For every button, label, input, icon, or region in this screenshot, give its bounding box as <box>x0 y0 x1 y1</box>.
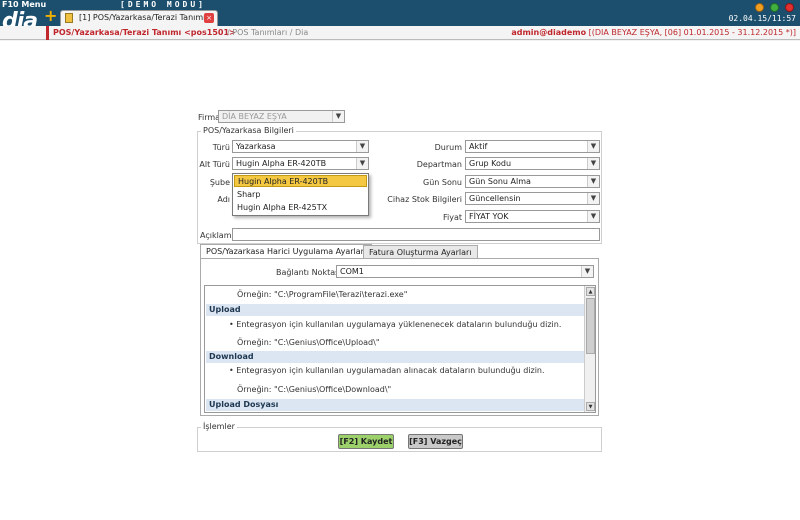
aciklama-label: Açıklama <box>200 231 237 240</box>
close-icon[interactable]: × <box>204 13 214 23</box>
departman-select[interactable]: Grup Kodu ▼ <box>465 157 600 170</box>
clock: 02.04.15/11:57 <box>728 14 796 23</box>
help-text-box[interactable]: Örneğin: "C:\ProgramFile\Terazi\terazi.e… <box>204 285 596 413</box>
baglanti-value: COM1 <box>340 267 364 276</box>
gun-sonu-select[interactable]: Gün Sonu Alma ▼ <box>465 175 600 188</box>
top-bar: F10 Menu dia + [DEMO MODU] [1] POS/Yazar… <box>0 0 800 34</box>
document-icon <box>65 13 73 23</box>
alt-turu-label: Alt Türü <box>199 160 230 169</box>
logo-plus-icon: + <box>44 6 58 25</box>
turu-label: Türü <box>212 143 230 152</box>
departman-value: Grup Kodu <box>469 159 512 168</box>
cihaz-stok-select[interactable]: Güncellensin ▼ <box>465 192 600 205</box>
chevron-down-icon[interactable]: ▼ <box>581 266 593 277</box>
window-tab[interactable]: [1] POS/Yazarkasa/Terazi Tanımı × <box>60 10 218 26</box>
minimize-icon[interactable] <box>755 3 764 12</box>
chevron-down-icon[interactable]: ▼ <box>587 176 599 187</box>
user-info[interactable]: admin@diademo [(DIA BEYAZ EŞYA, [06] 01.… <box>511 28 796 37</box>
breadcrumb-current: POS/Yazarkasa/Terazi Tanımı <pos1501> <box>53 28 236 37</box>
scroll-down-icon[interactable]: ▼ <box>586 402 595 411</box>
pos-info-title: POS/Yazarkasa Bilgileri <box>201 126 296 135</box>
dropdown-option[interactable]: Sharp <box>234 189 367 201</box>
alt-turu-value: Hugin Alpha ER-420TB <box>236 159 327 168</box>
baglanti-select[interactable]: COM1 ▼ <box>336 265 594 278</box>
chevron-down-icon[interactable]: ▼ <box>587 141 599 152</box>
scroll-thumb[interactable] <box>586 298 595 354</box>
cihaz-stok-value: Güncellensin <box>469 194 521 203</box>
firma-value: DİA BEYAZ EŞYA <box>222 112 287 121</box>
actions-section <box>197 427 602 452</box>
fiyat-value: FİYAT YOK <box>469 212 509 221</box>
gun-sonu-value: Gün Sonu Alma <box>469 177 531 186</box>
sube-label: Şube <box>209 178 230 187</box>
actions-title: İşlemler <box>201 422 237 431</box>
alt-turu-select[interactable]: Hugin Alpha ER-420TB ▼ <box>232 157 369 170</box>
cihaz-stok-label: Cihaz Stok Bilgileri <box>387 195 462 204</box>
example-text: Örneğin: "C:\ProgramFile\Terazi\terazi.e… <box>237 290 408 299</box>
turu-value: Yazarkasa <box>236 142 276 151</box>
baglanti-label: Bağlantı Noktası <box>276 268 342 277</box>
breadcrumb: POS/Yazarkasa/Terazi Tanımı <pos1501> / … <box>0 26 800 40</box>
user-name: admin@diademo <box>511 28 587 37</box>
alt-turu-dropdown: Hugin Alpha ER-420TB Sharp Hugin Alpha E… <box>232 173 369 216</box>
breadcrumb-accent <box>46 26 49 40</box>
demo-mode-label: [DEMO MODU] <box>120 0 206 9</box>
durum-label: Durum <box>434 143 462 152</box>
durum-select[interactable]: Aktif ▼ <box>465 140 600 153</box>
chevron-down-icon[interactable]: ▼ <box>587 158 599 169</box>
fiyat-select[interactable]: FİYAT YOK ▼ <box>465 210 600 223</box>
scrollbar[interactable]: ▲ ▼ <box>584 286 595 412</box>
departman-label: Departman <box>416 160 462 169</box>
cancel-button[interactable]: [F3] Vazgeç <box>408 434 463 449</box>
chevron-down-icon[interactable]: ▼ <box>356 141 368 152</box>
chevron-down-icon[interactable]: ▼ <box>587 193 599 204</box>
download-heading: Download <box>206 351 584 363</box>
upload-file-heading: Upload Dosyası <box>206 399 584 411</box>
maximize-icon[interactable] <box>770 3 779 12</box>
tab-label: [1] POS/Yazarkasa/Terazi Tanımı <box>79 13 206 22</box>
chevron-down-icon: ▼ <box>332 111 344 122</box>
chevron-down-icon[interactable]: ▼ <box>587 211 599 222</box>
breadcrumb-path[interactable]: / POS Tanımları / Dia <box>227 28 308 37</box>
download-example: Örneğin: "C:\Genius\Office\Download\" <box>237 385 392 394</box>
upload-description: • Entegrasyon için kullanılan uygulamaya… <box>229 320 562 329</box>
upload-example: Örneğin: "C:\Genius\Office\Upload\" <box>237 338 380 347</box>
download-description: • Entegrasyon için kullanılan uygulamada… <box>229 366 545 375</box>
close-window-icon[interactable] <box>785 3 794 12</box>
gun-sonu-label: Gün Sonu <box>423 178 462 187</box>
aciklama-input[interactable] <box>232 228 600 241</box>
upload-heading: Upload <box>206 304 584 316</box>
adi-label: Adı <box>217 195 230 204</box>
scroll-up-icon[interactable]: ▲ <box>586 287 595 296</box>
firma-select: DİA BEYAZ EŞYA ▼ <box>218 110 345 123</box>
durum-value: Aktif <box>469 142 488 151</box>
turu-select[interactable]: Yazarkasa ▼ <box>232 140 369 153</box>
firma-label: Firma <box>198 113 221 122</box>
tab-harici-uygulama[interactable]: POS/Yazarkasa Harici Uygulama Ayarları <box>200 244 373 259</box>
company-context: [(DIA BEYAZ EŞYA, [06] 01.01.2015 - 31.1… <box>588 28 796 37</box>
tab-fatura-olusturma[interactable]: Fatura Oluşturma Ayarları <box>363 245 478 259</box>
dropdown-option[interactable]: Hugin Alpha ER-425TX <box>234 202 367 214</box>
fiyat-label: Fiyat <box>442 213 462 222</box>
chevron-down-icon[interactable]: ▼ <box>356 158 368 169</box>
dropdown-option[interactable]: Hugin Alpha ER-420TB <box>234 175 367 187</box>
save-button[interactable]: [F2] Kaydet <box>338 434 394 449</box>
